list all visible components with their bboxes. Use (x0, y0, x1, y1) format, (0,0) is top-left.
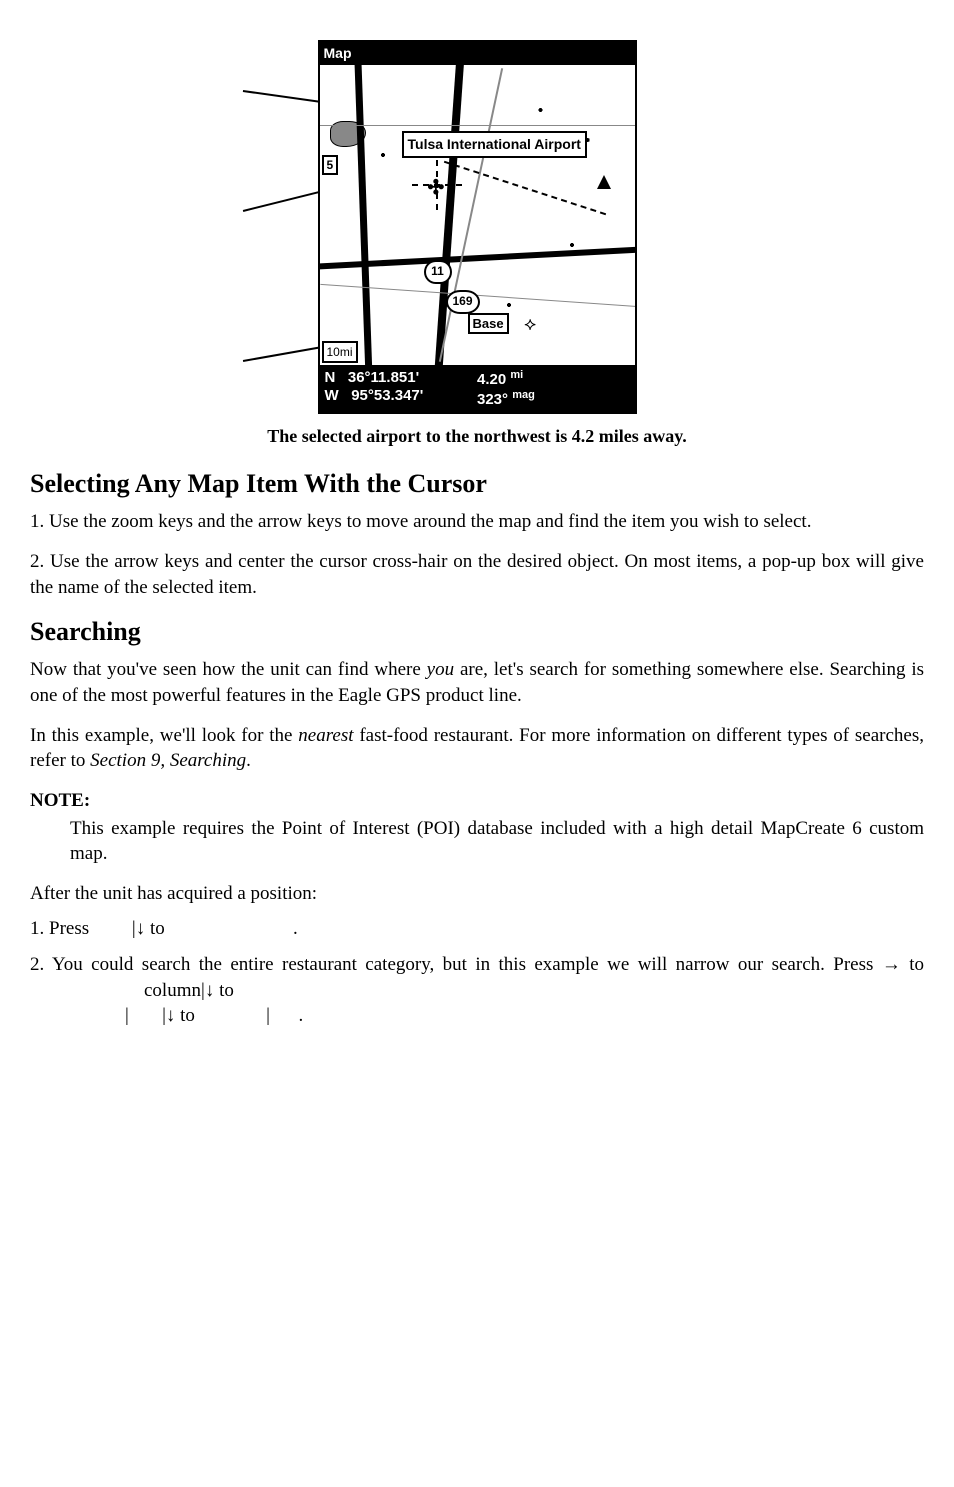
section-heading-searching: Searching (30, 614, 924, 649)
down-arrow-icon: ↓ (205, 980, 215, 1001)
bearing-value: 323° (477, 391, 508, 408)
down-arrow-icon: ↓ (166, 1005, 176, 1026)
figure-container: Map 5 ✣ Tulsa International Airport (30, 40, 924, 414)
text-run: to (175, 1005, 199, 1026)
text-run: . (298, 1005, 303, 1026)
text-run: column (144, 980, 201, 1001)
text-run: 2. You could search the entire restauran… (30, 954, 882, 975)
text-run: to (214, 980, 234, 1001)
distance-unit: mi (510, 369, 523, 381)
text-run: In this example, we'll look for the (30, 725, 298, 746)
search-step1: 1. Press |↓ to . (30, 916, 924, 942)
highway-shield: 11 (424, 260, 452, 284)
selected-item-popup: Tulsa International Airport (402, 131, 587, 158)
text-run: to (150, 918, 170, 939)
zoom-indicator-small: 5 (322, 155, 339, 175)
note-heading: NOTE: (30, 788, 924, 814)
section1-step1: 1. Use the zoom keys and the arrow keys … (30, 509, 924, 535)
longitude-value: 95°53.347' (351, 387, 423, 404)
text-run: Now that you've seen how the unit can fi… (30, 659, 427, 680)
highway-shield: 169 (446, 290, 480, 314)
latitude-value: 36°11.851' (348, 369, 419, 386)
note-body: This example requires the Point of Inter… (70, 816, 924, 867)
after-position-line: After the unit has acquired a position: (30, 881, 924, 907)
base-label: Base (468, 313, 509, 335)
north-arrow-icon: ⯎ (525, 315, 537, 337)
searching-para2: In this example, we'll look for the near… (30, 723, 924, 774)
text-run: . (293, 918, 298, 939)
status-coords: N 36°11.851' W 95°53.347' (325, 369, 478, 409)
section-heading-cursor: Selecting Any Map Item With the Cursor (30, 466, 924, 501)
search-step2: 2. You could search the entire restauran… (30, 952, 924, 1029)
distance-value: 4.20 (477, 371, 506, 388)
emphasis-section9: Section 9, Searching (90, 750, 246, 771)
emphasis-you: you (427, 659, 454, 680)
searching-para1: Now that you've seen how the unit can fi… (30, 657, 924, 708)
airport-icon: ✣ (428, 175, 445, 202)
map-titlebar: Map (320, 42, 635, 65)
section1-step2: 2. Use the arrow keys and center the cur… (30, 549, 924, 600)
right-arrow-icon: → (882, 954, 901, 975)
map-canvas: 5 ✣ Tulsa International Airport 11 169 B… (320, 65, 635, 366)
road-thin (320, 125, 635, 126)
lon-prefix: W (325, 387, 339, 404)
text-run: to (901, 954, 924, 975)
text-run: 1. Press (30, 918, 94, 939)
emphasis-nearest: nearest (298, 725, 353, 746)
figure-caption: The selected airport to the northwest is… (30, 424, 924, 448)
down-arrow-icon: ↓ (136, 918, 146, 939)
zoom-level: 10mi (322, 341, 358, 363)
road-vertical-left (354, 65, 373, 366)
map-device-screen: Map 5 ✣ Tulsa International Airport (318, 40, 637, 414)
bearing-unit: mag (512, 389, 535, 401)
position-marker (597, 175, 611, 189)
text-run: . (246, 750, 251, 771)
lat-prefix: N (325, 369, 336, 386)
map-figure: Map 5 ✣ Tulsa International Airport (318, 40, 637, 414)
bearing-line (443, 161, 605, 215)
status-dist-brg: 4.20 mi 323° mag (477, 369, 630, 409)
text-run: | (266, 1005, 270, 1026)
text-run: | (125, 1005, 129, 1026)
status-bar: N 36°11.851' W 95°53.347' 4.20 mi 323° (320, 366, 635, 412)
